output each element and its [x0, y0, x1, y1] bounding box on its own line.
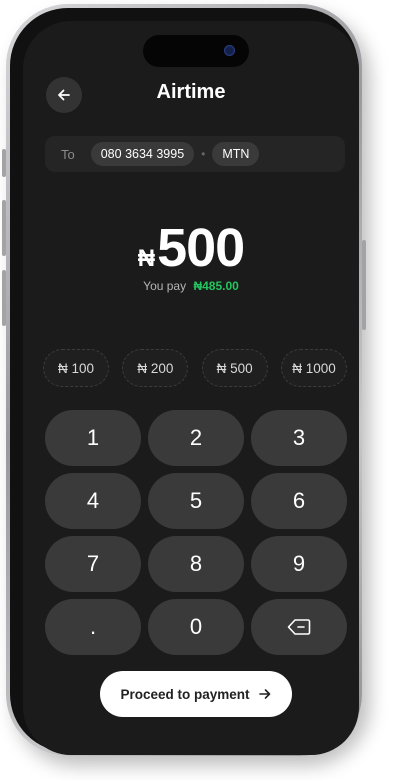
key-backspace[interactable] [251, 599, 347, 655]
key-0[interactable]: 0 [148, 599, 244, 655]
quick-amount-1000[interactable]: ₦ 1000 [280, 349, 347, 387]
to-label: To [61, 146, 75, 162]
quick-amount-100[interactable]: ₦ 100 [43, 349, 109, 387]
recipient-bar[interactable]: To 080 3634 3995 • MTN [45, 136, 345, 172]
separator-dot: • [201, 147, 206, 161]
you-pay-line: You pay ₦485.00 [23, 279, 359, 293]
you-pay-label: You pay [143, 279, 187, 293]
phone-number-chip[interactable]: 080 3634 3995 [90, 142, 195, 166]
screen: Airtime To 080 3634 3995 • MTN ₦ 500 You… [23, 21, 359, 755]
proceed-to-payment-button[interactable]: Proceed to payment [100, 671, 292, 717]
quick-amount-500[interactable]: ₦ 500 [201, 349, 268, 387]
power-button [362, 240, 366, 330]
amount-value: 500 [157, 218, 245, 278]
key-2[interactable]: 2 [148, 410, 244, 466]
key-3[interactable]: 3 [251, 410, 347, 466]
quick-amount-200[interactable]: ₦ 200 [122, 349, 189, 387]
page-title: Airtime [156, 81, 226, 103]
key-9[interactable]: 9 [251, 536, 347, 592]
proceed-label: Proceed to payment [120, 686, 250, 702]
key-5[interactable]: 5 [148, 473, 244, 529]
amount-display: ₦ 500 [23, 217, 359, 279]
key-7[interactable]: 7 [45, 536, 141, 592]
backspace-icon [287, 619, 311, 635]
camera-icon [224, 45, 235, 56]
quick-amounts: ₦ 100 ₦ 200 ₦ 500 ₦ 1000 [43, 349, 347, 387]
arrow-right-icon [258, 689, 270, 699]
key-4[interactable]: 4 [45, 473, 141, 529]
key-6[interactable]: 6 [251, 473, 347, 529]
volume-up-button [2, 200, 6, 256]
keypad: 1 2 3 4 5 6 7 8 9 . 0 [45, 410, 347, 655]
currency-symbol: ₦ [137, 245, 156, 272]
key-1[interactable]: 1 [45, 410, 141, 466]
key-decimal[interactable]: . [45, 599, 141, 655]
phone-bezel: Airtime To 080 3634 3995 • MTN ₦ 500 You… [10, 8, 359, 755]
dynamic-island [143, 35, 249, 67]
you-pay-value: ₦485.00 [193, 279, 239, 293]
phone-frame: Airtime To 080 3634 3995 • MTN ₦ 500 You… [2, 4, 366, 756]
network-chip[interactable]: MTN [212, 142, 260, 166]
key-8[interactable]: 8 [148, 536, 244, 592]
volume-down-button [2, 270, 6, 326]
action-button [2, 149, 6, 177]
